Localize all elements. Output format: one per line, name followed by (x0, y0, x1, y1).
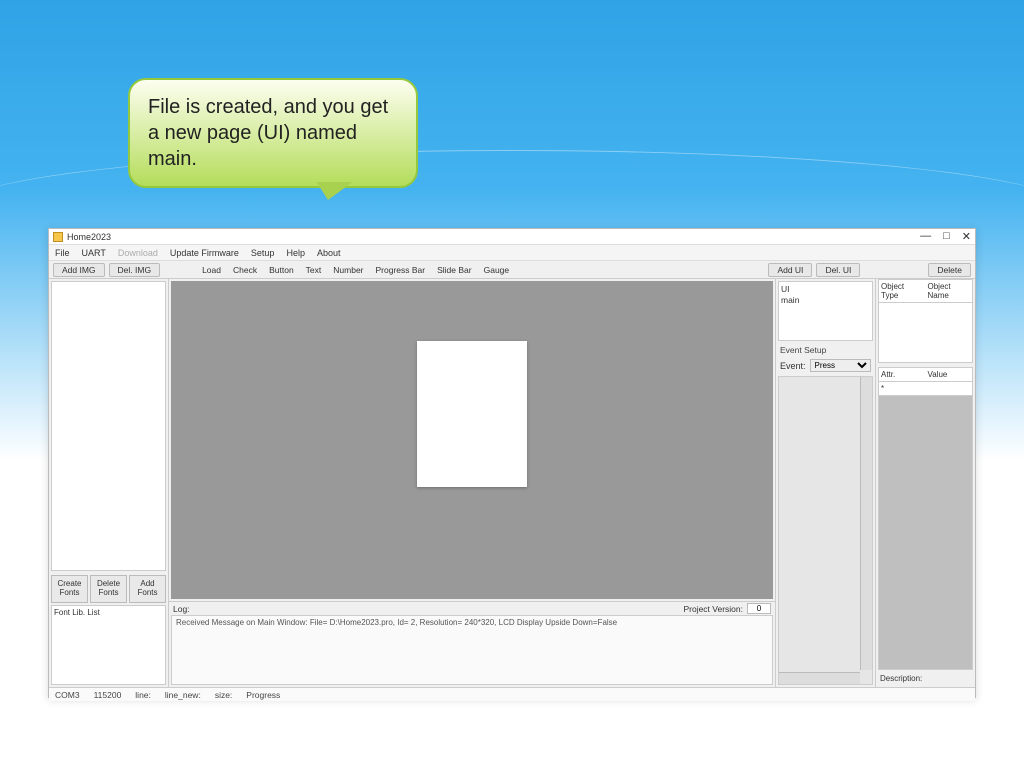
menu-download: Download (118, 248, 158, 258)
tool-progress-bar[interactable]: Progress Bar (372, 265, 430, 275)
project-version-label: Project Version: (683, 604, 743, 614)
ui-page-main[interactable] (417, 341, 527, 487)
add-img-button[interactable]: Add IMG (53, 263, 105, 277)
tool-number[interactable]: Number (329, 265, 367, 275)
object-list[interactable] (878, 303, 973, 363)
col-object-type: Object Type (879, 280, 926, 302)
tool-text[interactable]: Text (302, 265, 326, 275)
center-panel: Log: Project Version: Received Message o… (169, 279, 775, 687)
col-value: Value (926, 368, 973, 381)
log-label: Log: (173, 604, 190, 614)
ui-panel: UI main Event Setup Event: Press (775, 279, 875, 687)
tool-check[interactable]: Check (229, 265, 261, 275)
object-header: Object Type Object Name (878, 279, 973, 303)
design-canvas[interactable] (171, 281, 773, 599)
event-select[interactable]: Press (810, 359, 871, 372)
delete-button[interactable]: Delete (928, 263, 971, 277)
event-setup-label: Event Setup (776, 343, 875, 357)
add-ui-button[interactable]: Add UI (768, 263, 812, 277)
window-title: Home2023 (67, 232, 920, 242)
add-fonts-button[interactable]: Add Fonts (129, 575, 166, 603)
properties-panel: Object Type Object Name Attr. Value * De… (875, 279, 975, 687)
log-header: Log: Project Version: (169, 601, 775, 615)
description-label: Description: (876, 670, 975, 687)
ui-list-item-main[interactable]: main (781, 295, 870, 306)
app-icon (53, 232, 63, 242)
del-ui-button[interactable]: Del. UI (816, 263, 860, 277)
status-line: line: (135, 690, 151, 700)
tool-gauge[interactable]: Gauge (480, 265, 514, 275)
status-progress: Progress (246, 690, 280, 700)
project-version-input[interactable] (747, 603, 771, 614)
status-com: COM3 (55, 690, 80, 700)
image-list[interactable] (51, 281, 166, 571)
statusbar: COM3 115200 line: line_new: size: Progre… (49, 687, 975, 701)
tool-button[interactable]: Button (265, 265, 298, 275)
attr-row[interactable]: * (878, 382, 973, 396)
del-img-button[interactable]: Del. IMG (109, 263, 161, 277)
app-window: Home2023 — □ ✕ File UART Download Update… (48, 228, 976, 698)
menu-about[interactable]: About (317, 248, 341, 258)
titlebar: Home2023 — □ ✕ (49, 229, 975, 245)
attr-grid-fill (878, 396, 973, 670)
left-panel: Create Fonts Delete Fonts Add Fonts Font… (49, 279, 169, 687)
menu-setup[interactable]: Setup (251, 248, 275, 258)
event-label: Event: (780, 361, 806, 371)
horizontal-scrollbar[interactable] (779, 672, 860, 684)
ui-list[interactable]: UI main (778, 281, 873, 341)
status-line-new: line_new: (165, 690, 201, 700)
status-size: size: (215, 690, 232, 700)
attr-header: Attr. Value (878, 367, 973, 382)
callout-bubble: File is created, and you get a new page … (128, 78, 418, 188)
status-baud: 115200 (94, 690, 122, 700)
col-object-name: Object Name (926, 280, 973, 302)
maximize-button[interactable]: □ (943, 230, 950, 243)
close-button[interactable]: ✕ (962, 230, 971, 243)
toolbar: Add IMG Del. IMG Load Check Button Text … (49, 261, 975, 279)
callout-text: File is created, and you get a new page … (148, 96, 388, 170)
col-attr: Attr. (879, 368, 926, 381)
font-lib-list[interactable]: Font Lib. List (51, 605, 166, 685)
log-output: Received Message on Main Window: File= D… (171, 615, 773, 685)
menu-help[interactable]: Help (286, 248, 305, 258)
log-line: Received Message on Main Window: File= D… (176, 618, 617, 627)
attr-cell: * (879, 382, 926, 395)
ui-list-header: UI (781, 284, 870, 295)
menubar: File UART Download Update Firmware Setup… (49, 245, 975, 261)
event-area[interactable] (778, 376, 873, 685)
delete-fonts-button[interactable]: Delete Fonts (90, 575, 127, 603)
vertical-scrollbar[interactable] (860, 377, 872, 670)
create-fonts-button[interactable]: Create Fonts (51, 575, 88, 603)
value-cell (926, 382, 973, 395)
tool-slide-bar[interactable]: Slide Bar (433, 265, 476, 275)
menu-uart[interactable]: UART (82, 248, 106, 258)
menu-file[interactable]: File (55, 248, 70, 258)
menu-update-firmware[interactable]: Update Firmware (170, 248, 239, 258)
minimize-button[interactable]: — (920, 230, 931, 243)
tool-load[interactable]: Load (198, 265, 225, 275)
font-lib-label: Font Lib. List (54, 608, 100, 617)
